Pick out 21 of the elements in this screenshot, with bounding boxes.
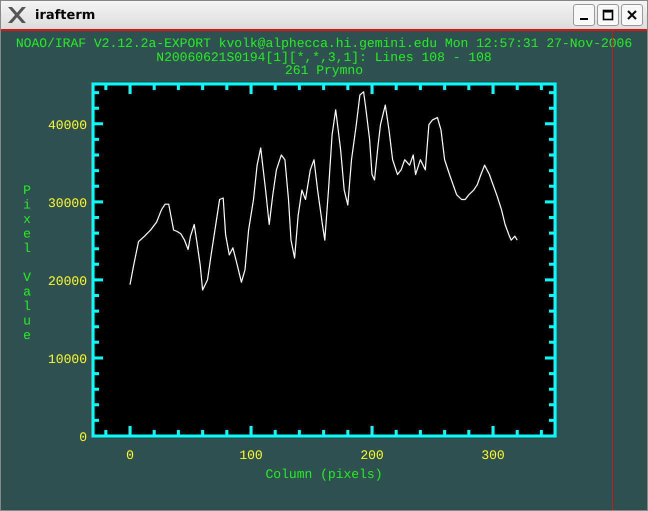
maximize-icon <box>601 8 615 22</box>
y-tick-label: 40000 <box>48 117 87 132</box>
x-tick-label: 100 <box>239 448 263 462</box>
close-button[interactable] <box>621 4 643 26</box>
x-tick-label: 0 <box>126 448 134 462</box>
y-axis-label: Pixel Value <box>23 182 31 342</box>
close-icon <box>625 8 639 22</box>
y-tick-label: 10000 <box>48 351 87 366</box>
y-tick-label: 20000 <box>48 273 87 288</box>
x-tick-label: 300 <box>481 448 505 462</box>
header-text: 261 Prymno <box>284 64 363 78</box>
minimize-button[interactable] <box>573 4 595 26</box>
x-tick-label: 200 <box>360 448 384 462</box>
y-tick-label: 30000 <box>48 195 87 210</box>
x-logo-icon <box>7 6 27 24</box>
window-title: irafterm <box>35 8 96 22</box>
maximize-button[interactable] <box>597 4 619 26</box>
minimize-icon <box>580 18 588 20</box>
header-text: N20060621S0194[1][*,*,3,1]: Lines 108 - 108 <box>156 50 492 64</box>
x-axis-label: Column (pixels) <box>265 466 383 482</box>
y-tick-label: 0 <box>79 430 87 444</box>
